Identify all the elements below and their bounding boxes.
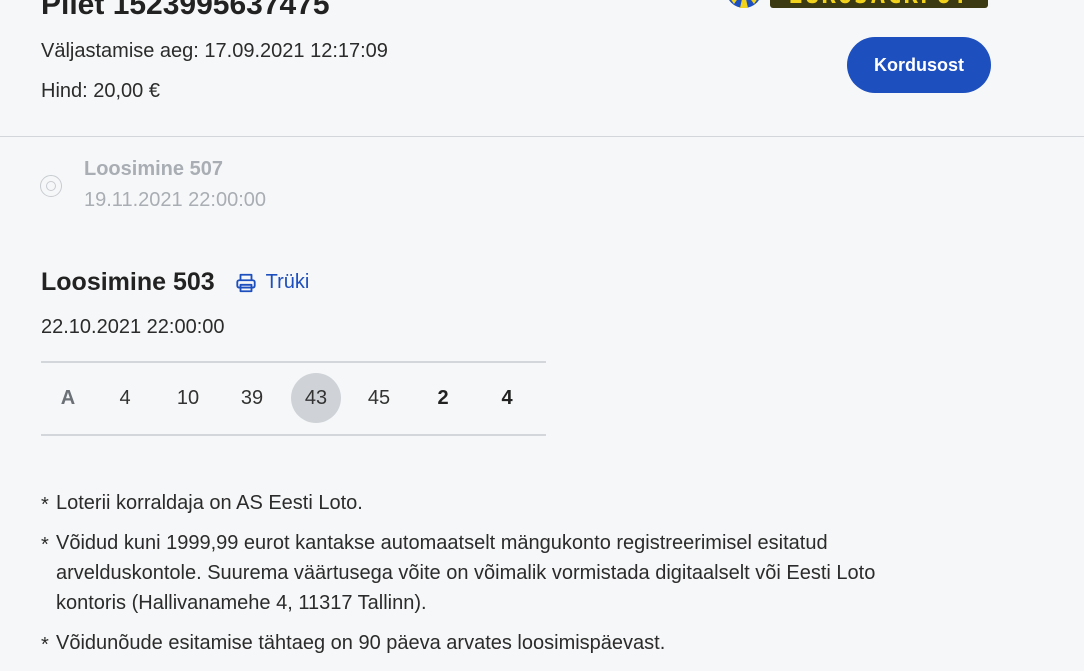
print-link[interactable]: Trüki bbox=[235, 271, 310, 294]
draw-date: 22.10.2021 22:00:00 bbox=[41, 316, 225, 338]
row-bottom-border bbox=[41, 434, 546, 436]
extra-number: 4 bbox=[501, 387, 513, 409]
upcoming-draw-date: 19.11.2021 22:00:00 bbox=[84, 189, 267, 211]
terms-list: * Loterii korraldaja on AS Eesti Loto. * V… bbox=[41, 488, 941, 668]
terms-item: * Võidunõude esitamise tähtaeg on 90 päev… bbox=[41, 628, 941, 658]
terms-item: * Loterii korraldaja on AS Eesti Loto. bbox=[41, 488, 941, 518]
numbers-row: A 4 10 39 43 45 2 4 bbox=[41, 363, 546, 434]
print-label: Trüki bbox=[265, 271, 310, 293]
eurojackpot-logo: EUROJACKPOT bbox=[724, 0, 989, 20]
main-number: 43 bbox=[291, 373, 341, 423]
main-number: 10 bbox=[176, 387, 200, 409]
upcoming-draw-title: Loosimine 507 bbox=[84, 158, 223, 180]
main-number: 45 bbox=[367, 387, 391, 409]
asterisk-icon: * bbox=[41, 494, 49, 516]
ticket-page: Pilet 1523995637475 Väljastamise aeg: 17… bbox=[0, 0, 1084, 671]
main-number: 39 bbox=[240, 387, 264, 409]
main-number: 4 bbox=[119, 387, 131, 409]
draw-header: Loosimine 503 Trüki bbox=[41, 268, 309, 297]
draw-title: Loosimine 503 bbox=[41, 268, 215, 296]
header-divider bbox=[0, 136, 1084, 137]
terms-item: * Võidud kuni 1999,99 eurot kantakse auto… bbox=[41, 532, 876, 614]
ticket-price: Hind: 20,00 € bbox=[41, 80, 160, 102]
extra-number: 2 bbox=[437, 387, 449, 409]
logo-text: EUROJACKPOT bbox=[789, 0, 970, 9]
printer-icon bbox=[236, 273, 256, 292]
asterisk-icon: * bbox=[41, 634, 49, 656]
issue-time: Väljastamise aeg: 17.09.2021 12:17:09 bbox=[41, 40, 388, 62]
row-label: A bbox=[60, 387, 76, 409]
radio-empty-icon[interactable] bbox=[40, 175, 62, 197]
repeat-purchase-button[interactable]: Kordusost bbox=[847, 37, 991, 93]
asterisk-icon: * bbox=[41, 534, 49, 556]
ticket-title: Pilet 1523995637475 bbox=[41, 0, 330, 21]
